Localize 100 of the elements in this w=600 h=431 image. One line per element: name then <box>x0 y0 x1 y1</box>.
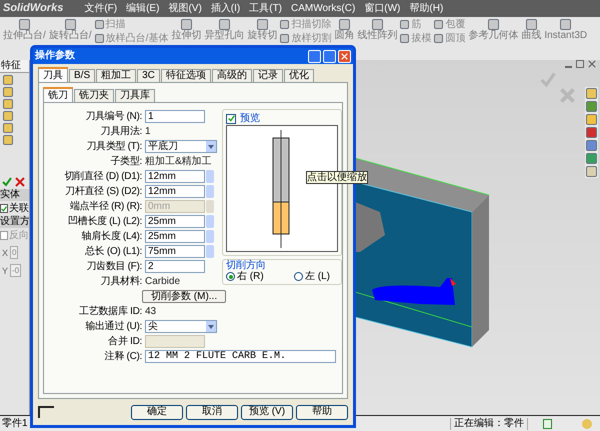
tab[interactable]: 特征 <box>0 60 29 73</box>
tool-icon <box>526 19 537 30</box>
radio-button[interactable] <box>294 272 303 281</box>
restore-icon[interactable] <box>576 60 584 68</box>
toolbar-button[interactable]: 旋转切 <box>247 19 278 41</box>
menu-item[interactable]: 文件(F) <box>84 2 118 14</box>
dialog-button[interactable]: 确定 <box>131 404 183 420</box>
input-field[interactable]: 25mm <box>145 230 205 242</box>
dropdown[interactable]: 平底刀 <box>145 140 217 152</box>
group-title: 切削方向 <box>226 260 267 271</box>
task-pane-icon <box>586 88 597 99</box>
toolbar-button[interactable]: 拉伸切 <box>171 19 202 41</box>
tab[interactable]: 粗加工 <box>96 69 136 82</box>
radio-label: 右 (R) <box>237 271 264 282</box>
tab[interactable]: 刀具库 <box>115 89 155 102</box>
toolbar-button[interactable]: 异型孔向 <box>204 19 244 41</box>
toolbar-button[interactable]: 旋转凸台/ <box>48 19 92 41</box>
input-field[interactable]: 1 <box>145 110 205 122</box>
field-label: 子类型: <box>109 154 142 168</box>
close-icon[interactable] <box>588 60 596 68</box>
tab[interactable]: 特征选项 <box>160 69 211 82</box>
field-label: 切削直径 (D) (D1): <box>64 170 142 182</box>
axis-label: Y <box>2 266 8 276</box>
tab[interactable]: B/S <box>69 69 96 82</box>
task-pane-icon <box>586 127 597 138</box>
field-label: 工艺数据库 ID: <box>78 304 142 318</box>
input-field[interactable]: 12mm <box>145 184 205 198</box>
menu-item[interactable]: 编辑(E) <box>126 2 160 14</box>
dialog-button[interactable]: 取消 <box>186 404 238 420</box>
tool-icon <box>64 19 76 30</box>
menu-item[interactable]: 插入(I) <box>210 2 240 14</box>
toolbar-button[interactable]: 圆角 <box>334 19 354 41</box>
task-pane-icon <box>586 140 597 151</box>
tooltip: 点击以便缩放 <box>306 171 368 184</box>
field-value: 粗加工&精加工 <box>145 154 212 168</box>
field-label: 注释 (C): <box>104 350 142 362</box>
toolbar-button[interactable]: 曲线 <box>521 19 542 41</box>
field-value: 43 <box>145 304 156 318</box>
toolbar-button[interactable]: 拉伸凸台/ <box>3 19 46 41</box>
ok-icon[interactable] <box>2 177 12 187</box>
radio-button[interactable] <box>226 272 235 281</box>
tab[interactable]: 刀具 <box>38 67 68 82</box>
toolbar-button[interactable]: 线性阵列 <box>357 19 398 41</box>
cutting-params-button[interactable]: 切削参数 (M)... <box>142 290 226 302</box>
menu-item[interactable]: 视图(V) <box>168 2 202 14</box>
axis-label: X <box>2 248 8 258</box>
minimize-icon[interactable] <box>308 50 321 62</box>
tab[interactable]: 优化 <box>284 69 314 82</box>
input-field[interactable]: 12mm <box>145 170 205 182</box>
field-label: 端点半径 (R) (R): <box>68 200 142 212</box>
tool-icon <box>372 19 383 30</box>
menu-item[interactable]: 帮助(H) <box>409 2 444 14</box>
tool-icon[interactable] <box>38 406 54 418</box>
field-value: 1 <box>145 124 151 138</box>
tool-icon <box>18 19 30 30</box>
checkbox-label: 反向 <box>9 230 29 241</box>
dialog-button[interactable]: 帮助 <box>296 404 348 420</box>
tool-icon <box>180 19 192 30</box>
input-field[interactable]: 75mm <box>145 244 205 258</box>
help-icon[interactable] <box>543 418 552 428</box>
tool-icon <box>218 19 230 30</box>
task-pane-icon <box>586 153 597 164</box>
tool-icon <box>338 19 350 30</box>
app-logo: SolidWorks <box>3 2 64 15</box>
tab[interactable]: 高级的 <box>212 69 252 82</box>
menu-item[interactable]: 工具(T) <box>249 2 282 14</box>
caret-icon <box>206 140 216 152</box>
input-field[interactable]: 12 MM 2 FLUTE CARB E.M. <box>145 350 336 362</box>
toolbar-button[interactable]: 参考几何体 <box>468 19 518 41</box>
status-text: 正在编辑：零件 <box>450 418 528 430</box>
field-value: Carbide <box>145 274 180 288</box>
checkbox-label: 关联 <box>9 203 29 214</box>
checkbox-label: 预览 <box>240 113 260 124</box>
maximize-icon[interactable] <box>323 50 336 62</box>
menu-item[interactable]: 窗口(W) <box>364 2 400 14</box>
tab[interactable]: 记录 <box>252 69 283 82</box>
tab[interactable]: 铣刀 <box>43 87 73 102</box>
toolbar-button[interactable]: Instant3D <box>544 19 588 41</box>
window-title: 操作参数 <box>35 50 75 62</box>
menu-item[interactable]: CAMWorks(C) <box>291 2 356 14</box>
task-pane-icon <box>586 101 597 112</box>
field-label: 凹槽长度 (L) (L2): <box>66 214 142 228</box>
cancel-icon[interactable] <box>15 177 25 187</box>
input-field[interactable]: 25mm <box>145 214 205 228</box>
dialog-button[interactable]: 预览 (V) <box>241 404 293 420</box>
tab[interactable]: 3C <box>137 69 160 82</box>
task-pane-icon <box>586 114 597 125</box>
checkbox[interactable] <box>226 114 236 124</box>
input-field[interactable]: 2 <box>145 260 205 272</box>
field-label: 合并 ID: <box>107 334 142 348</box>
field-label: 刀齿数目 (F): <box>85 260 142 272</box>
tab[interactable]: 铣刀夹 <box>74 89 114 102</box>
field-label: 刀具类型 (T): <box>85 140 142 152</box>
dropdown[interactable]: 尖 <box>145 320 217 332</box>
checkbox[interactable] <box>0 204 8 213</box>
tool-icon <box>488 19 499 30</box>
checkbox[interactable] <box>0 231 8 240</box>
field-label: 刀具材料: <box>100 274 142 288</box>
field-label: 刀具用法: <box>100 124 142 138</box>
caret-icon <box>206 320 216 332</box>
